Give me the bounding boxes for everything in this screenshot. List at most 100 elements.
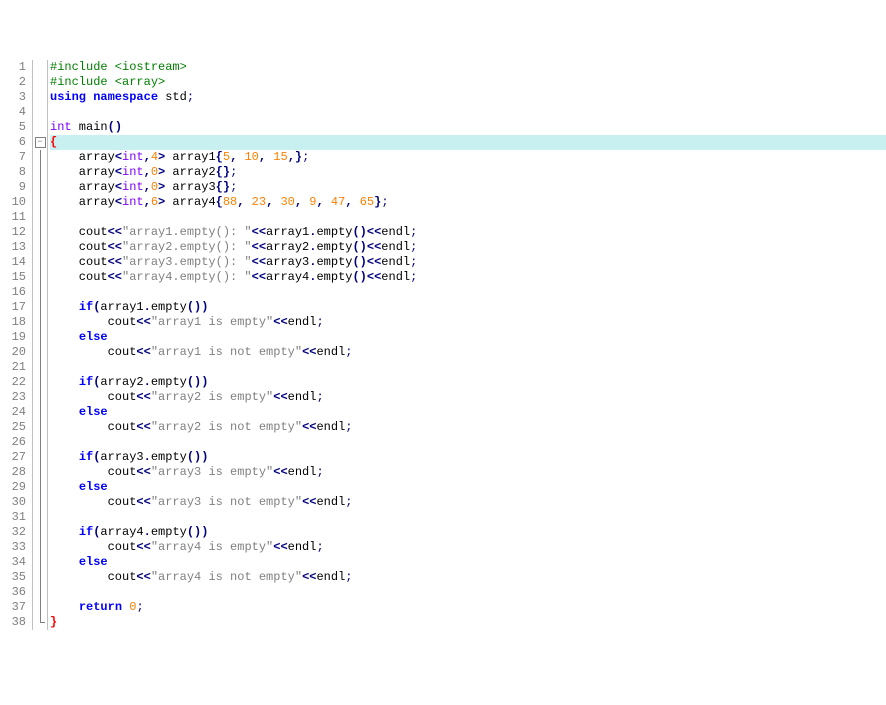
code-line[interactable]: int main()	[50, 120, 886, 135]
code-line[interactable]: cout<<"array2.empty(): "<<array2.empty()…	[50, 240, 886, 255]
code-line[interactable]: cout<<"array4 is not empty"<<endl;	[50, 570, 886, 585]
fold-line-icon	[40, 525, 41, 540]
fold-line-icon	[40, 375, 41, 390]
line-number: 36	[4, 585, 26, 600]
line-number-gutter: 1234567891011121314151617181920212223242…	[0, 60, 33, 630]
line-number: 20	[4, 345, 26, 360]
fold-line-icon	[40, 240, 41, 255]
code-line[interactable]: array<int,4> array1{5, 10, 15,};	[50, 150, 886, 165]
fold-line-icon	[40, 435, 41, 450]
code-line[interactable]: cout<<"array2 is empty"<<endl;	[50, 390, 886, 405]
code-line[interactable]: }	[50, 615, 886, 630]
code-line[interactable]: if(array4.empty())	[50, 525, 886, 540]
fold-line-icon	[40, 360, 41, 375]
code-line[interactable]: cout<<"array1 is not empty"<<endl;	[50, 345, 886, 360]
fold-line-icon	[40, 510, 41, 525]
code-line[interactable]	[50, 360, 886, 375]
fold-line-icon	[40, 330, 41, 345]
code-line[interactable]: cout<<"array3 is not empty"<<endl;	[50, 495, 886, 510]
code-line[interactable]: if(array1.empty())	[50, 300, 886, 315]
code-line[interactable]: return 0;	[50, 600, 886, 615]
fold-line-icon	[40, 180, 41, 195]
code-area[interactable]: #include <iostream>#include <array>using…	[48, 60, 886, 630]
code-line[interactable]: if(array3.empty())	[50, 450, 886, 465]
fold-line-icon	[40, 285, 41, 300]
code-line[interactable]: using namespace std;	[50, 90, 886, 105]
line-number: 3	[4, 90, 26, 105]
code-line[interactable]: cout<<"array2 is not empty"<<endl;	[50, 420, 886, 435]
code-line[interactable]: array<int,0> array3{};	[50, 180, 886, 195]
code-line[interactable]	[50, 105, 886, 120]
fold-end-icon	[37, 615, 44, 630]
fold-line-icon	[40, 255, 41, 270]
line-number: 9	[4, 180, 26, 195]
line-number: 30	[4, 495, 26, 510]
line-number: 13	[4, 240, 26, 255]
line-number: 24	[4, 405, 26, 420]
line-number: 21	[4, 360, 26, 375]
code-line[interactable]: {	[50, 135, 886, 150]
code-line[interactable]: cout<<"array1.empty(): "<<array1.empty()…	[50, 225, 886, 240]
code-line[interactable]	[50, 435, 886, 450]
code-editor: 1234567891011121314151617181920212223242…	[0, 60, 886, 630]
line-number: 33	[4, 540, 26, 555]
line-number: 38	[4, 615, 26, 630]
line-number: 22	[4, 375, 26, 390]
line-number: 37	[4, 600, 26, 615]
code-line[interactable]	[50, 285, 886, 300]
fold-line-icon	[40, 450, 41, 465]
line-number: 8	[4, 165, 26, 180]
code-line[interactable]: #include <array>	[50, 75, 886, 90]
code-line[interactable]: #include <iostream>	[50, 60, 886, 75]
fold-line-icon	[40, 540, 41, 555]
line-number: 14	[4, 255, 26, 270]
code-line[interactable]: array<int,0> array2{};	[50, 165, 886, 180]
code-line[interactable]: else	[50, 330, 886, 345]
fold-line-icon	[40, 495, 41, 510]
line-number: 5	[4, 120, 26, 135]
code-line[interactable]: else	[50, 480, 886, 495]
fold-column: −	[33, 60, 48, 630]
fold-line-icon	[40, 300, 41, 315]
code-line[interactable]: cout<<"array4.empty(): "<<array4.empty()…	[50, 270, 886, 285]
fold-line-icon	[40, 585, 41, 600]
line-number: 16	[4, 285, 26, 300]
line-number: 15	[4, 270, 26, 285]
code-line[interactable]: else	[50, 405, 886, 420]
fold-line-icon	[40, 210, 41, 225]
line-number: 31	[4, 510, 26, 525]
code-line[interactable]	[50, 585, 886, 600]
line-number: 32	[4, 525, 26, 540]
line-number: 26	[4, 435, 26, 450]
code-line[interactable]: cout<<"array3.empty(): "<<array3.empty()…	[50, 255, 886, 270]
code-line[interactable]: if(array2.empty())	[50, 375, 886, 390]
line-number: 35	[4, 570, 26, 585]
line-number: 12	[4, 225, 26, 240]
line-number: 11	[4, 210, 26, 225]
line-number: 17	[4, 300, 26, 315]
code-line[interactable]: array<int,6> array4{88, 23, 30, 9, 47, 6…	[50, 195, 886, 210]
fold-line-icon	[40, 600, 41, 615]
fold-line-icon	[40, 480, 41, 495]
fold-line-icon	[40, 465, 41, 480]
fold-line-icon	[40, 390, 41, 405]
fold-line-icon	[40, 165, 41, 180]
code-line[interactable]: cout<<"array3 is empty"<<endl;	[50, 465, 886, 480]
fold-toggle-icon[interactable]: −	[35, 137, 46, 148]
fold-line-icon	[40, 270, 41, 285]
code-line[interactable]: cout<<"array4 is empty"<<endl;	[50, 540, 886, 555]
fold-line-icon	[40, 420, 41, 435]
line-number: 19	[4, 330, 26, 345]
code-line[interactable]: else	[50, 555, 886, 570]
code-line[interactable]	[50, 210, 886, 225]
code-line[interactable]: cout<<"array1 is empty"<<endl;	[50, 315, 886, 330]
fold-line-icon	[40, 195, 41, 210]
line-number: 1	[4, 60, 26, 75]
line-number: 28	[4, 465, 26, 480]
line-number: 25	[4, 420, 26, 435]
line-number: 34	[4, 555, 26, 570]
fold-line-icon	[40, 150, 41, 165]
line-number: 2	[4, 75, 26, 90]
line-number: 29	[4, 480, 26, 495]
code-line[interactable]	[50, 510, 886, 525]
